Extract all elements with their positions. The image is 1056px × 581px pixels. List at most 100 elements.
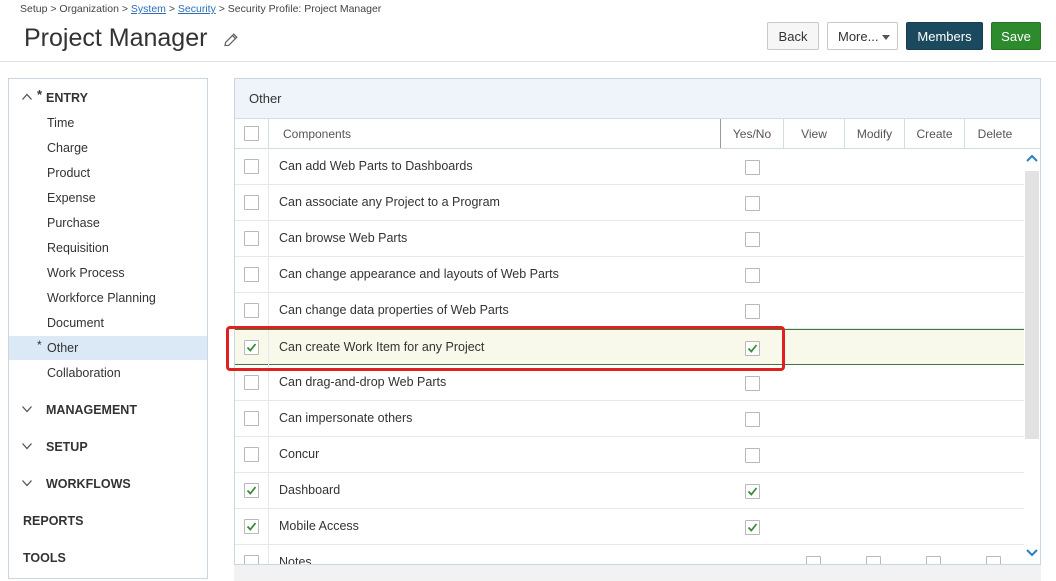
row-select-checkbox[interactable]: [244, 555, 259, 564]
column-header-components[interactable]: Components: [283, 119, 351, 148]
column-header-create[interactable]: Create: [905, 119, 964, 148]
members-button[interactable]: Members: [906, 22, 983, 50]
view-checkbox[interactable]: [806, 556, 821, 564]
sidebar-item-label: Document: [47, 316, 104, 330]
sidebar-item-reports[interactable]: REPORTS: [23, 514, 83, 528]
column-header-yesno[interactable]: Yes/No: [721, 119, 783, 148]
chevron-down-icon: [22, 480, 32, 487]
row-select-checkbox[interactable]: [244, 411, 259, 426]
column-header-modify[interactable]: Modify: [845, 119, 904, 148]
table-row[interactable]: Can associate any Project to a Program: [235, 185, 1024, 221]
yesno-checkbox[interactable]: [745, 412, 760, 427]
row-select-checkbox[interactable]: [244, 447, 259, 462]
sidebar-section-label: MANAGEMENT: [46, 403, 137, 417]
select-all-checkbox[interactable]: [244, 126, 259, 141]
modify-checkbox[interactable]: [866, 556, 881, 564]
sidebar-item-label: Product: [47, 166, 91, 180]
sidebar-item-label: Collaboration: [47, 366, 121, 380]
panel-header: Other: [235, 79, 1040, 119]
sidebar-item-tools[interactable]: TOOLS: [23, 551, 66, 565]
pencil-edit-icon[interactable]: [222, 31, 240, 49]
yesno-checkbox[interactable]: [745, 160, 760, 175]
sidebar-item-charge[interactable]: Charge: [9, 136, 207, 160]
modified-star-icon: *: [37, 87, 43, 102]
delete-checkbox[interactable]: [986, 556, 1001, 564]
save-button[interactable]: Save: [991, 22, 1041, 50]
highlight-annotation: [226, 326, 785, 371]
sidebar-section-label: ENTRY: [46, 91, 88, 105]
yesno-checkbox[interactable]: [745, 484, 760, 499]
yesno-checkbox[interactable]: [745, 520, 760, 535]
yesno-checkbox[interactable]: [745, 304, 760, 319]
component-label: Can change data properties of Web Parts: [279, 303, 509, 317]
table-row[interactable]: Can change appearance and layouts of Web…: [235, 257, 1024, 293]
table-row[interactable]: Can browse Web Parts: [235, 221, 1024, 257]
sidebar-item-work-process[interactable]: Work Process: [9, 261, 207, 285]
column-divider: [268, 257, 269, 293]
yesno-checkbox[interactable]: [745, 376, 760, 391]
sidebar-item-label: Work Process: [47, 266, 125, 280]
sidebar-section-workflows[interactable]: WORKFLOWS: [9, 472, 207, 496]
sidebar-section-entry[interactable]: * ENTRY: [9, 86, 207, 110]
sidebar-item-product[interactable]: Product: [9, 161, 207, 185]
yesno-checkbox[interactable]: [745, 268, 760, 283]
column-header-view[interactable]: View: [784, 119, 844, 148]
yesno-checkbox[interactable]: [745, 448, 760, 463]
back-button[interactable]: Back: [767, 22, 819, 50]
sidebar-section-management[interactable]: MANAGEMENT: [9, 398, 207, 422]
sidebar-item-collaboration[interactable]: Collaboration: [9, 361, 207, 385]
chevron-up-icon: [22, 93, 32, 100]
create-checkbox[interactable]: [926, 556, 941, 564]
row-select-checkbox[interactable]: [244, 375, 259, 390]
modified-star-icon: *: [37, 338, 42, 352]
component-label: Concur: [279, 447, 320, 461]
sidebar-section-setup[interactable]: SETUP: [9, 435, 207, 459]
table-row[interactable]: Mobile Access: [235, 509, 1024, 545]
sidebar-item-other[interactable]: * Other: [9, 336, 207, 360]
sidebar-section-label: SETUP: [46, 440, 88, 454]
sidebar-item-label: Charge: [47, 141, 88, 155]
table-row[interactable]: Dashboard: [235, 473, 1024, 509]
breadcrumb-separator: >: [165, 3, 178, 15]
sidebar-item-time[interactable]: Time: [9, 111, 207, 135]
row-select-checkbox[interactable]: [244, 195, 259, 210]
sidebar-item-requisition[interactable]: Requisition: [9, 236, 207, 260]
column-header-delete[interactable]: Delete: [965, 119, 1025, 148]
column-divider: [268, 437, 269, 473]
row-select-checkbox[interactable]: [244, 159, 259, 174]
sidebar-item-label: Workforce Planning: [47, 291, 156, 305]
component-label: Can browse Web Parts: [279, 231, 408, 245]
scroll-down-icon[interactable]: [1026, 548, 1038, 558]
breadcrumb-system-link[interactable]: System: [131, 3, 166, 15]
row-select-checkbox[interactable]: [244, 267, 259, 282]
sidebar-item-purchase[interactable]: Purchase: [9, 211, 207, 235]
table-row[interactable]: Can impersonate others: [235, 401, 1024, 437]
permissions-panel: Other Components Yes/No View Modify Crea…: [234, 78, 1041, 565]
scroll-up-icon[interactable]: [1026, 153, 1038, 163]
row-select-checkbox[interactable]: [244, 303, 259, 318]
breadcrumb-current: > Security Profile: Project Manager: [215, 3, 382, 15]
sidebar-item-workforce-planning[interactable]: Workforce Planning: [9, 286, 207, 310]
row-select-checkbox[interactable]: [244, 483, 259, 498]
yesno-checkbox[interactable]: [745, 196, 760, 211]
column-divider: [268, 119, 269, 148]
component-label: Notes: [279, 555, 312, 565]
table-row[interactable]: Can add Web Parts to Dashboards: [235, 149, 1024, 185]
sidebar: * ENTRY Time Charge Product Expense Purc…: [8, 78, 208, 579]
sidebar-item-expense[interactable]: Expense: [9, 186, 207, 210]
column-divider: [268, 293, 269, 329]
yesno-checkbox[interactable]: [745, 232, 760, 247]
table-row[interactable]: Concur: [235, 437, 1024, 473]
row-select-checkbox[interactable]: [244, 519, 259, 534]
table-row[interactable]: Can change data properties of Web Parts: [235, 293, 1024, 329]
breadcrumb-security-link[interactable]: Security: [178, 3, 216, 15]
component-label: Can add Web Parts to Dashboards: [279, 159, 473, 173]
sidebar-item-document[interactable]: Document: [9, 311, 207, 335]
more-dropdown-button[interactable]: More...: [827, 22, 898, 50]
scrollbar-thumb[interactable]: [1025, 171, 1039, 439]
row-select-checkbox[interactable]: [244, 231, 259, 246]
table-row[interactable]: Notes: [235, 545, 1024, 565]
column-divider: [268, 473, 269, 509]
footer-strip: [234, 565, 1041, 581]
component-label: Can associate any Project to a Program: [279, 195, 500, 209]
